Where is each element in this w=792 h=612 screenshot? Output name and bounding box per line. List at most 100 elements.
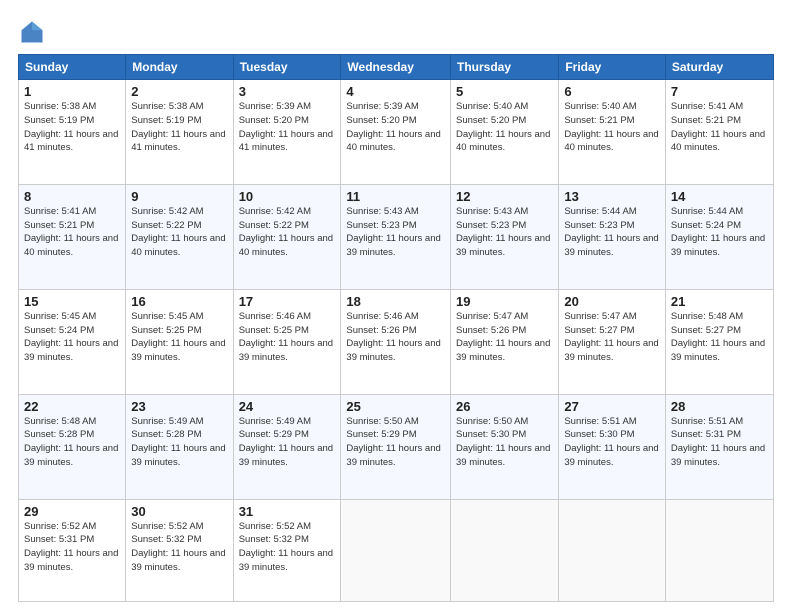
table-cell: 21 Sunrise: 5:48 AM Sunset: 5:27 PM Dayl…	[665, 289, 773, 394]
table-cell: 27 Sunrise: 5:51 AM Sunset: 5:30 PM Dayl…	[559, 394, 666, 499]
day-number: 23	[131, 399, 227, 414]
day-info: Sunrise: 5:46 AM Sunset: 5:26 PM Dayligh…	[346, 310, 445, 365]
day-info: Sunrise: 5:49 AM Sunset: 5:29 PM Dayligh…	[239, 415, 336, 470]
day-number: 7	[671, 84, 768, 99]
table-cell: 19 Sunrise: 5:47 AM Sunset: 5:26 PM Dayl…	[451, 289, 559, 394]
table-cell: 2 Sunrise: 5:38 AM Sunset: 5:19 PM Dayli…	[126, 80, 233, 185]
col-saturday: Saturday	[665, 55, 773, 80]
table-cell: 6 Sunrise: 5:40 AM Sunset: 5:21 PM Dayli…	[559, 80, 666, 185]
day-info: Sunrise: 5:52 AM Sunset: 5:31 PM Dayligh…	[24, 520, 120, 575]
table-cell: 20 Sunrise: 5:47 AM Sunset: 5:27 PM Dayl…	[559, 289, 666, 394]
day-info: Sunrise: 5:48 AM Sunset: 5:27 PM Dayligh…	[671, 310, 768, 365]
day-info: Sunrise: 5:41 AM Sunset: 5:21 PM Dayligh…	[671, 100, 768, 155]
table-cell: 11 Sunrise: 5:43 AM Sunset: 5:23 PM Dayl…	[341, 184, 451, 289]
day-info: Sunrise: 5:41 AM Sunset: 5:21 PM Dayligh…	[24, 205, 120, 260]
col-wednesday: Wednesday	[341, 55, 451, 80]
header	[18, 18, 774, 46]
col-thursday: Thursday	[451, 55, 559, 80]
day-number: 3	[239, 84, 336, 99]
day-info: Sunrise: 5:38 AM Sunset: 5:19 PM Dayligh…	[131, 100, 227, 155]
day-number: 10	[239, 189, 336, 204]
day-number: 24	[239, 399, 336, 414]
day-info: Sunrise: 5:40 AM Sunset: 5:20 PM Dayligh…	[456, 100, 553, 155]
day-number: 18	[346, 294, 445, 309]
day-number: 31	[239, 504, 336, 519]
table-cell: 26 Sunrise: 5:50 AM Sunset: 5:30 PM Dayl…	[451, 394, 559, 499]
day-info: Sunrise: 5:42 AM Sunset: 5:22 PM Dayligh…	[239, 205, 336, 260]
col-friday: Friday	[559, 55, 666, 80]
day-number: 16	[131, 294, 227, 309]
day-number: 11	[346, 189, 445, 204]
day-number: 6	[564, 84, 660, 99]
logo	[18, 18, 50, 46]
logo-icon	[18, 18, 46, 46]
day-number: 17	[239, 294, 336, 309]
table-cell: 28 Sunrise: 5:51 AM Sunset: 5:31 PM Dayl…	[665, 394, 773, 499]
day-info: Sunrise: 5:44 AM Sunset: 5:23 PM Dayligh…	[564, 205, 660, 260]
day-info: Sunrise: 5:52 AM Sunset: 5:32 PM Dayligh…	[131, 520, 227, 575]
day-number: 27	[564, 399, 660, 414]
table-cell: 7 Sunrise: 5:41 AM Sunset: 5:21 PM Dayli…	[665, 80, 773, 185]
table-cell	[451, 499, 559, 601]
day-number: 4	[346, 84, 445, 99]
table-cell: 14 Sunrise: 5:44 AM Sunset: 5:24 PM Dayl…	[665, 184, 773, 289]
day-info: Sunrise: 5:50 AM Sunset: 5:29 PM Dayligh…	[346, 415, 445, 470]
day-info: Sunrise: 5:51 AM Sunset: 5:31 PM Dayligh…	[671, 415, 768, 470]
day-number: 20	[564, 294, 660, 309]
day-info: Sunrise: 5:50 AM Sunset: 5:30 PM Dayligh…	[456, 415, 553, 470]
day-info: Sunrise: 5:43 AM Sunset: 5:23 PM Dayligh…	[456, 205, 553, 260]
day-number: 2	[131, 84, 227, 99]
table-cell	[665, 499, 773, 601]
day-number: 9	[131, 189, 227, 204]
day-info: Sunrise: 5:39 AM Sunset: 5:20 PM Dayligh…	[346, 100, 445, 155]
day-info: Sunrise: 5:45 AM Sunset: 5:25 PM Dayligh…	[131, 310, 227, 365]
day-number: 28	[671, 399, 768, 414]
day-info: Sunrise: 5:52 AM Sunset: 5:32 PM Dayligh…	[239, 520, 336, 575]
day-info: Sunrise: 5:40 AM Sunset: 5:21 PM Dayligh…	[564, 100, 660, 155]
day-info: Sunrise: 5:43 AM Sunset: 5:23 PM Dayligh…	[346, 205, 445, 260]
day-info: Sunrise: 5:47 AM Sunset: 5:26 PM Dayligh…	[456, 310, 553, 365]
table-cell	[559, 499, 666, 601]
col-sunday: Sunday	[19, 55, 126, 80]
table-cell: 29 Sunrise: 5:52 AM Sunset: 5:31 PM Dayl…	[19, 499, 126, 601]
day-info: Sunrise: 5:44 AM Sunset: 5:24 PM Dayligh…	[671, 205, 768, 260]
day-number: 8	[24, 189, 120, 204]
table-cell: 16 Sunrise: 5:45 AM Sunset: 5:25 PM Dayl…	[126, 289, 233, 394]
table-cell: 22 Sunrise: 5:48 AM Sunset: 5:28 PM Dayl…	[19, 394, 126, 499]
col-monday: Monday	[126, 55, 233, 80]
table-cell: 1 Sunrise: 5:38 AM Sunset: 5:19 PM Dayli…	[19, 80, 126, 185]
day-number: 19	[456, 294, 553, 309]
table-cell: 31 Sunrise: 5:52 AM Sunset: 5:32 PM Dayl…	[233, 499, 341, 601]
calendar-table: Sunday Monday Tuesday Wednesday Thursday…	[18, 54, 774, 602]
day-number: 25	[346, 399, 445, 414]
table-cell: 10 Sunrise: 5:42 AM Sunset: 5:22 PM Dayl…	[233, 184, 341, 289]
table-cell: 17 Sunrise: 5:46 AM Sunset: 5:25 PM Dayl…	[233, 289, 341, 394]
table-cell: 9 Sunrise: 5:42 AM Sunset: 5:22 PM Dayli…	[126, 184, 233, 289]
day-number: 29	[24, 504, 120, 519]
table-cell: 24 Sunrise: 5:49 AM Sunset: 5:29 PM Dayl…	[233, 394, 341, 499]
day-info: Sunrise: 5:38 AM Sunset: 5:19 PM Dayligh…	[24, 100, 120, 155]
table-cell: 18 Sunrise: 5:46 AM Sunset: 5:26 PM Dayl…	[341, 289, 451, 394]
day-number: 12	[456, 189, 553, 204]
page: Sunday Monday Tuesday Wednesday Thursday…	[0, 0, 792, 612]
table-cell: 4 Sunrise: 5:39 AM Sunset: 5:20 PM Dayli…	[341, 80, 451, 185]
table-cell: 5 Sunrise: 5:40 AM Sunset: 5:20 PM Dayli…	[451, 80, 559, 185]
day-number: 14	[671, 189, 768, 204]
table-cell: 25 Sunrise: 5:50 AM Sunset: 5:29 PM Dayl…	[341, 394, 451, 499]
day-number: 13	[564, 189, 660, 204]
day-number: 30	[131, 504, 227, 519]
day-number: 21	[671, 294, 768, 309]
table-cell: 13 Sunrise: 5:44 AM Sunset: 5:23 PM Dayl…	[559, 184, 666, 289]
calendar-header-row: Sunday Monday Tuesday Wednesday Thursday…	[19, 55, 774, 80]
day-number: 26	[456, 399, 553, 414]
table-cell: 23 Sunrise: 5:49 AM Sunset: 5:28 PM Dayl…	[126, 394, 233, 499]
day-info: Sunrise: 5:42 AM Sunset: 5:22 PM Dayligh…	[131, 205, 227, 260]
table-cell: 15 Sunrise: 5:45 AM Sunset: 5:24 PM Dayl…	[19, 289, 126, 394]
day-info: Sunrise: 5:45 AM Sunset: 5:24 PM Dayligh…	[24, 310, 120, 365]
day-number: 15	[24, 294, 120, 309]
day-number: 1	[24, 84, 120, 99]
table-cell	[341, 499, 451, 601]
day-number: 5	[456, 84, 553, 99]
col-tuesday: Tuesday	[233, 55, 341, 80]
day-info: Sunrise: 5:49 AM Sunset: 5:28 PM Dayligh…	[131, 415, 227, 470]
